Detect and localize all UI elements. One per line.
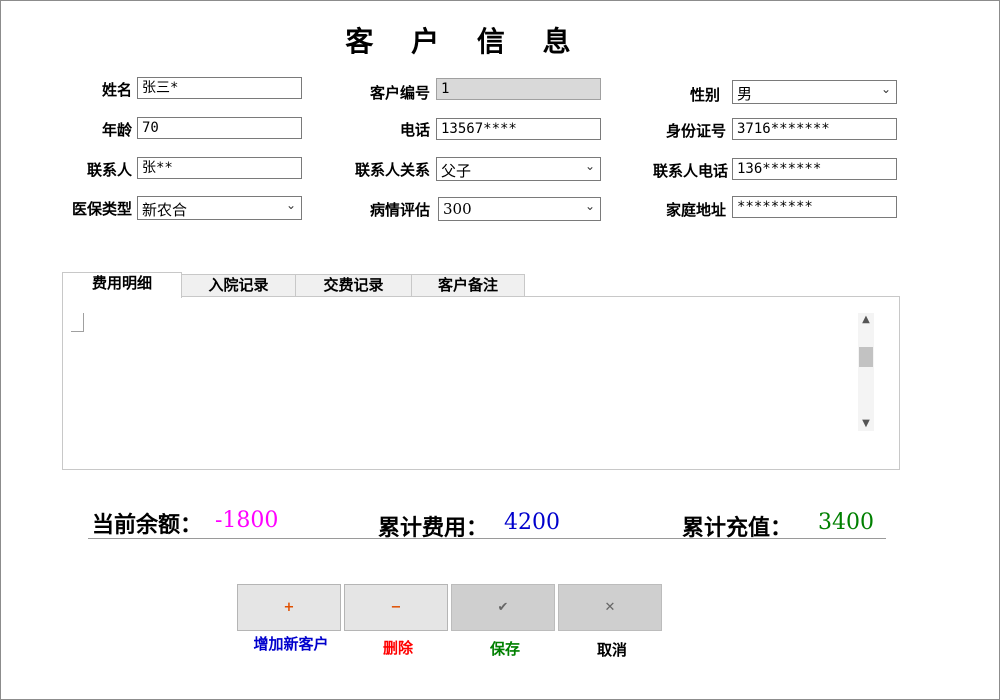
gender-label: 性别 xyxy=(689,86,720,104)
customer-no-field: 1 xyxy=(436,78,601,100)
relation-select-value: 父子 xyxy=(441,162,472,180)
name-field[interactable]: 张三* xyxy=(137,77,302,99)
customer-no-label: 客户编号 xyxy=(369,84,430,102)
chevron-down-icon: ⌄ xyxy=(285,198,296,212)
chevron-down-icon: ⌄ xyxy=(880,82,891,96)
id-card-field[interactable]: 3716******* xyxy=(732,118,897,140)
chevron-down-icon[interactable]: ▼ xyxy=(858,417,874,431)
page-title: 客 户 信 息 xyxy=(345,25,585,58)
gender-select-value: 男 xyxy=(737,85,753,103)
save-button[interactable]: ✔ xyxy=(451,584,555,631)
balance-value: -1800 xyxy=(215,508,279,533)
scroll-thumb[interactable] xyxy=(859,347,873,367)
save-label: 保存 xyxy=(489,640,520,658)
condition-select[interactable]: 300 ⌄ xyxy=(438,197,601,221)
cancel-label: 取消 xyxy=(596,641,627,659)
chevron-down-icon: ⌄ xyxy=(584,159,595,173)
address-field[interactable]: ********* xyxy=(732,196,897,218)
condition-label: 病情评估 xyxy=(369,201,430,219)
name-label: 姓名 xyxy=(101,81,132,99)
balance-label: 当前余额： xyxy=(92,512,203,538)
chevron-up-icon[interactable]: ▲ xyxy=(858,313,874,327)
total-recharge-value: 3400 xyxy=(818,510,874,535)
contact-phone-field[interactable]: 136******* xyxy=(732,158,897,180)
age-field[interactable]: 70 xyxy=(137,117,302,139)
age-label: 年龄 xyxy=(101,121,132,139)
add-customer-label: 增加新客户 xyxy=(253,635,329,653)
relation-label: 联系人关系 xyxy=(354,161,430,179)
plus-icon: + xyxy=(283,600,295,615)
total-cost-value: 4200 xyxy=(504,510,560,535)
contact-field[interactable]: 张** xyxy=(137,157,302,179)
delete-button[interactable]: − xyxy=(344,584,448,631)
address-label: 家庭地址 xyxy=(665,201,726,219)
vertical-scrollbar[interactable]: ▲ ▼ xyxy=(858,313,874,431)
check-icon: ✔ xyxy=(497,600,509,615)
grid-row-marker xyxy=(71,313,84,332)
contact-label: 联系人 xyxy=(86,161,132,179)
relation-select[interactable]: 父子 ⌄ xyxy=(436,157,601,181)
phone-label: 电话 xyxy=(399,121,430,139)
insurance-label: 医保类型 xyxy=(71,200,132,218)
insurance-select[interactable]: 新农合 ⌄ xyxy=(137,196,302,220)
chevron-down-icon: ⌄ xyxy=(584,199,595,213)
tab-fee-details[interactable]: 费用明细 xyxy=(62,272,182,298)
id-card-label: 身份证号 xyxy=(665,122,726,140)
close-icon: ✕ xyxy=(604,600,616,615)
cancel-button[interactable]: ✕ xyxy=(558,584,662,631)
gender-select[interactable]: 男 ⌄ xyxy=(732,80,897,104)
phone-field[interactable]: 13567**** xyxy=(436,118,601,140)
minus-icon: − xyxy=(390,600,402,615)
tab-admission-records[interactable]: 入院记录 xyxy=(181,274,296,297)
delete-label: 删除 xyxy=(382,639,413,657)
contact-phone-label: 联系人电话 xyxy=(652,162,728,180)
fee-details-panel: ▲ ▼ xyxy=(62,296,900,470)
add-customer-button[interactable]: + xyxy=(237,584,341,631)
tab-payment-records[interactable]: 交费记录 xyxy=(295,274,412,297)
tab-customer-notes[interactable]: 客户备注 xyxy=(411,274,525,297)
summary-divider xyxy=(88,538,886,539)
insurance-select-value: 新农合 xyxy=(142,201,188,219)
condition-select-value: 300 xyxy=(443,200,472,218)
